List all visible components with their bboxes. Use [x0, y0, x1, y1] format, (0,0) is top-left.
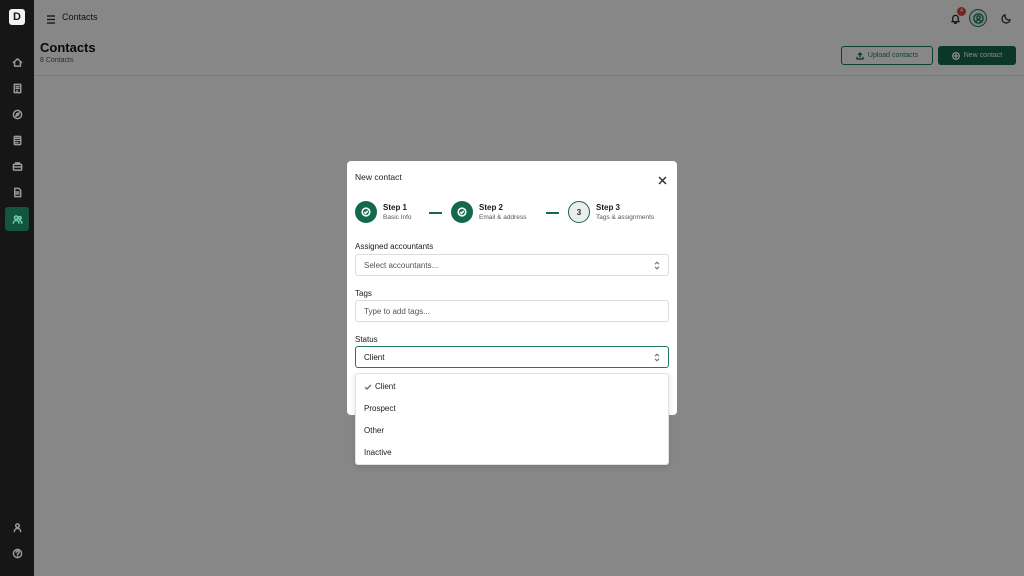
- calculator-icon: [13, 135, 21, 145]
- status-option-inactive[interactable]: Inactive: [364, 448, 392, 457]
- status-option-label: Client: [375, 382, 396, 391]
- status-option-label: Prospect: [364, 404, 396, 413]
- sidebar-item-accounting[interactable]: [5, 128, 29, 152]
- sidebar-item-contacts[interactable]: [5, 207, 29, 231]
- step-connector: [546, 212, 559, 214]
- sidebar-item-projects[interactable]: [5, 154, 29, 178]
- briefcase-icon: [12, 161, 22, 171]
- step-1: Step 1 Basic Info: [355, 201, 412, 223]
- tags-placeholder: Type to add tags...: [364, 306, 430, 316]
- status-select[interactable]: Client: [355, 346, 669, 368]
- status-option-label: Inactive: [364, 448, 392, 457]
- document-icon: [13, 187, 21, 197]
- step-1-label: Step 1: [383, 203, 408, 212]
- sidebar-item-help[interactable]: [5, 541, 29, 565]
- check-icon: [364, 383, 372, 390]
- tags-input[interactable]: Type to add tags...: [355, 300, 669, 322]
- step-2-desc: Email & address: [479, 214, 527, 221]
- help-icon: [12, 548, 22, 558]
- step-3-indicator: 3: [568, 201, 590, 223]
- status-option-prospect[interactable]: Prospect: [364, 404, 396, 413]
- check-circle-icon: [457, 207, 467, 217]
- user-icon: [13, 522, 21, 532]
- sidebar-item-home[interactable]: [5, 50, 29, 74]
- app-logo[interactable]: D: [9, 9, 25, 25]
- status-option-other[interactable]: Other: [364, 426, 384, 435]
- step-connector: [429, 212, 442, 214]
- sidebar-item-companies[interactable]: [5, 76, 29, 100]
- sidebar-item-documents[interactable]: [5, 180, 29, 204]
- step-2-indicator: [451, 201, 473, 223]
- status-option-label: Other: [364, 426, 385, 435]
- status-value: Client: [364, 352, 385, 362]
- sidebar: D: [0, 0, 34, 576]
- step-2: Step 2 Email & address: [451, 201, 526, 223]
- status-label: Status: [355, 335, 378, 344]
- users-icon: [12, 214, 23, 224]
- status-dropdown: Client Prospect Other Inactive: [355, 373, 669, 465]
- close-icon: [658, 176, 667, 185]
- assigned-accountants-placeholder: Select accountants...: [364, 260, 439, 270]
- chevron-up-down-icon: [654, 261, 660, 270]
- step-2-label: Step 2: [479, 203, 504, 212]
- step-1-desc: Basic Info: [383, 214, 412, 221]
- close-button[interactable]: [658, 172, 668, 185]
- building-icon: [13, 83, 21, 93]
- compass-icon: [12, 109, 22, 119]
- modal-title: New contact: [355, 172, 402, 182]
- step-1-indicator: [355, 201, 377, 223]
- step-3-label: Step 3: [596, 203, 621, 212]
- tags-label: Tags: [355, 289, 372, 298]
- sidebar-item-explore[interactable]: [5, 102, 29, 126]
- assigned-accountants-label: Assigned accountants: [355, 242, 434, 251]
- step-3: 3 Step 3 Tags & assignments: [568, 201, 654, 223]
- home-icon: [12, 57, 22, 67]
- step-3-desc: Tags & assignments: [596, 214, 655, 221]
- assigned-accountants-select[interactable]: Select accountants...: [355, 254, 669, 276]
- sidebar-item-profile[interactable]: [5, 515, 29, 539]
- check-circle-icon: [361, 207, 371, 217]
- status-option-client[interactable]: Client: [364, 382, 395, 391]
- chevron-up-down-icon: [654, 353, 660, 362]
